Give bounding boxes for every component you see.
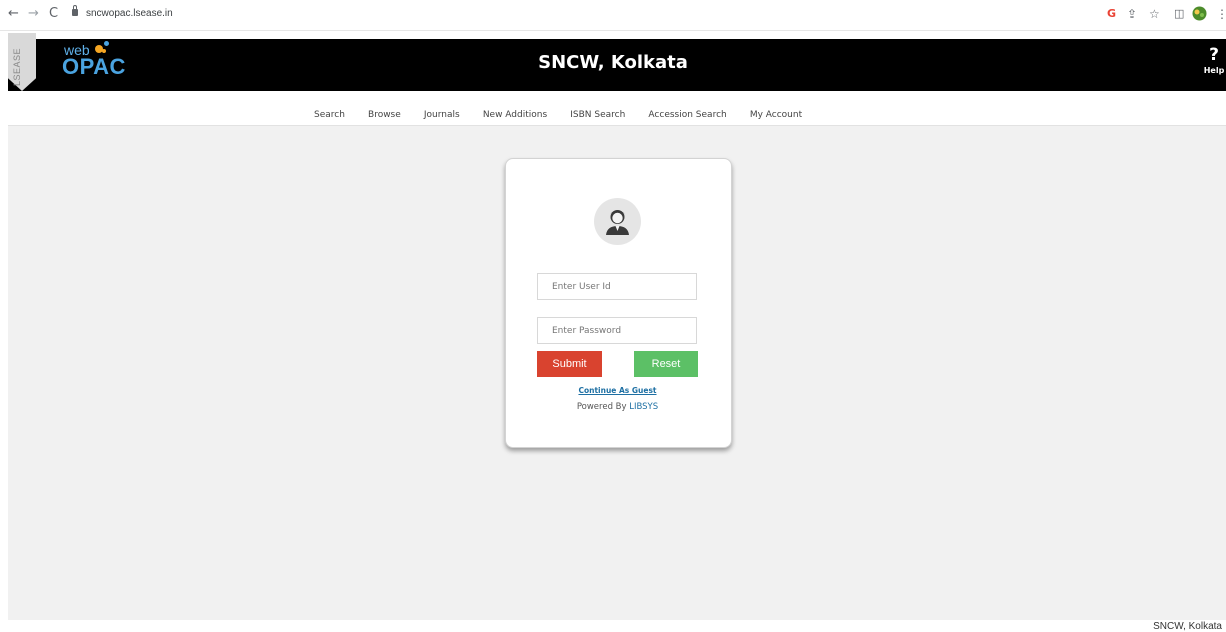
browser-toolbar: ← → C sncwopac.lsease.in G ⇪ ☆ ◫ ⋮ bbox=[0, 0, 1226, 31]
page-title: SNCW, Kolkata bbox=[538, 52, 688, 73]
lock-icon[interactable] bbox=[72, 5, 78, 16]
menu-item-search[interactable]: Search bbox=[314, 110, 345, 120]
user-id-input[interactable] bbox=[537, 273, 697, 300]
top-menu: Search Browse Journals New Additions ISB… bbox=[8, 92, 1226, 126]
powered-by-prefix: Powered By bbox=[576, 402, 627, 412]
google-icon[interactable]: G bbox=[1107, 7, 1116, 20]
continue-as-guest-link[interactable]: Continue As Guest bbox=[505, 386, 730, 395]
more-icon[interactable]: ⋮ bbox=[1216, 7, 1226, 21]
forward-icon[interactable]: → bbox=[28, 6, 39, 21]
help-button[interactable]: ? Help bbox=[1203, 46, 1225, 84]
help-label: Help bbox=[1203, 66, 1225, 75]
libsys-link[interactable]: LIBSYS bbox=[629, 402, 658, 412]
menu-item-journals[interactable]: Journals bbox=[424, 110, 460, 120]
menu-item-new-additions[interactable]: New Additions bbox=[483, 110, 547, 120]
menu-item-isbn-search[interactable]: ISBN Search bbox=[570, 110, 625, 120]
submit-button[interactable]: Submit bbox=[537, 351, 602, 377]
reload-icon[interactable]: C bbox=[49, 6, 58, 21]
user-avatar-icon bbox=[594, 198, 641, 245]
sidepanel-icon[interactable]: ◫ bbox=[1174, 7, 1184, 20]
profile-icon[interactable] bbox=[1192, 6, 1207, 24]
menu-item-my-account[interactable]: My Account bbox=[750, 110, 802, 120]
share-icon[interactable]: ⇪ bbox=[1127, 7, 1137, 21]
back-icon[interactable]: ← bbox=[8, 6, 19, 21]
help-icon: ? bbox=[1209, 45, 1219, 65]
address-bar[interactable]: sncwopac.lsease.in bbox=[86, 8, 173, 19]
menu-item-accession-search[interactable]: Accession Search bbox=[648, 110, 726, 120]
menu-item-browse[interactable]: Browse bbox=[368, 110, 401, 120]
footer-label: SNCW, Kolkata bbox=[1153, 621, 1222, 632]
powered-by: Powered By LIBSYS bbox=[505, 402, 730, 412]
star-icon[interactable]: ☆ bbox=[1149, 7, 1160, 21]
password-input[interactable] bbox=[537, 317, 697, 344]
reset-button[interactable]: Reset bbox=[634, 351, 698, 377]
